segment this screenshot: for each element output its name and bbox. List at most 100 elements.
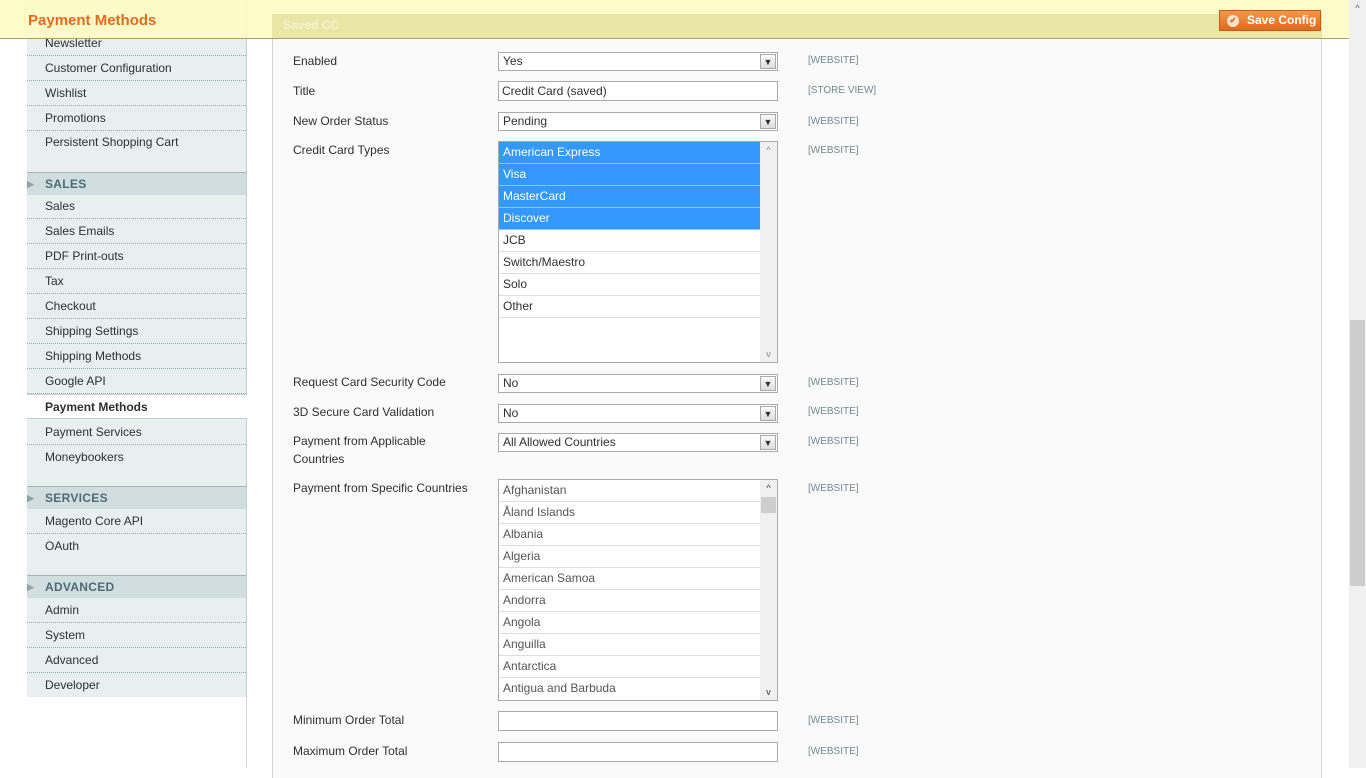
sidebar-item-shipping-settings[interactable]: Shipping Settings: [27, 319, 246, 344]
country-option[interactable]: Åland Islands: [499, 502, 761, 524]
scope-label: [WEBSITE]: [808, 145, 859, 156]
option-other[interactable]: Other: [499, 296, 761, 318]
chevron-down-icon: ▼: [760, 114, 776, 129]
triangle-right-icon: ▶: [27, 582, 35, 592]
scope-label: [WEBSITE]: [808, 406, 859, 417]
save-config-button[interactable]: ✔ Save Config: [1219, 10, 1321, 31]
country-option[interactable]: Algeria: [499, 546, 761, 568]
sidebar-item-sales-emails[interactable]: Sales Emails: [27, 219, 246, 244]
sidebar-item-sales[interactable]: Sales: [27, 194, 246, 219]
chevron-down-icon: ▼: [760, 406, 776, 421]
secure3d-select[interactable]: No ▼: [498, 404, 778, 423]
enabled-select[interactable]: Yes ▼: [498, 52, 778, 71]
scrollbar[interactable]: ^ v: [760, 480, 777, 700]
security-code-select[interactable]: No ▼: [498, 374, 778, 393]
sidebar-item-admin[interactable]: Admin: [27, 598, 246, 623]
sidebar-item-customer-configuration[interactable]: Customer Configuration: [27, 56, 246, 81]
sidebar-item-developer[interactable]: Developer: [27, 673, 246, 698]
order-status-select[interactable]: Pending ▼: [498, 112, 778, 131]
divider: [246, 697, 247, 768]
sidebar-section-services[interactable]: ▶ SERVICES: [27, 486, 246, 509]
chevron-up-icon[interactable]: ^: [760, 142, 777, 158]
sidebar-item-system[interactable]: System: [27, 623, 246, 648]
selected-value: No: [503, 376, 519, 390]
enabled-label: Enabled: [293, 54, 338, 68]
max-total-input[interactable]: [498, 742, 778, 762]
title-input[interactable]: Credit Card (saved): [498, 81, 778, 101]
country-option[interactable]: Andorra: [499, 590, 761, 612]
title-label: Title: [293, 84, 316, 98]
scrollbar-thumb[interactable]: [761, 497, 776, 513]
scope-label: [WEBSITE]: [808, 483, 859, 494]
country-option[interactable]: American Samoa: [499, 568, 761, 590]
sidebar-item-magento-core-api[interactable]: Magento Core API: [27, 509, 246, 534]
sidebar-item-oauth[interactable]: OAuth: [27, 534, 246, 559]
sidebar-item-payment-services[interactable]: Payment Services: [27, 420, 246, 445]
min-total-input[interactable]: [498, 711, 778, 731]
chevron-down-icon: ▼: [760, 54, 776, 69]
option-visa[interactable]: Visa: [499, 164, 761, 186]
sidebar-item-promotions[interactable]: Promotions: [27, 106, 246, 131]
chevron-down-icon[interactable]: v: [760, 684, 777, 700]
selected-value: Pending: [503, 114, 548, 128]
section-title: SALES: [45, 177, 87, 191]
option-discover[interactable]: Discover: [499, 208, 761, 230]
scope-label: [WEBSITE]: [808, 55, 859, 66]
applicable-countries-select[interactable]: All Allowed Countries ▼: [498, 433, 778, 452]
selected-value: Yes: [503, 54, 523, 68]
sidebar-item-wishlist[interactable]: Wishlist: [27, 81, 246, 106]
sidebar-item-google-api[interactable]: Google API: [27, 369, 246, 394]
section-title: ADVANCED: [45, 580, 115, 594]
order-status-label: New Order Status: [293, 114, 389, 128]
scope-label: [WEBSITE]: [808, 116, 859, 127]
selected-value: No: [503, 406, 519, 420]
option-solo[interactable]: Solo: [499, 274, 761, 296]
option-switch-maestro[interactable]: Switch/Maestro: [499, 252, 761, 274]
country-option[interactable]: Antigua and Barbuda: [499, 678, 761, 700]
sidebar-item-advanced[interactable]: Advanced: [27, 648, 246, 673]
option-mastercard[interactable]: MasterCard: [499, 186, 761, 208]
section-header-saved-cc[interactable]: Saved CC: [272, 14, 1322, 38]
cc-types-multiselect[interactable]: American Express Visa MasterCard Discove…: [498, 141, 778, 363]
country-option[interactable]: Afghanistan: [499, 480, 761, 502]
sidebar: Newsletter Customer Configuration Wishli…: [27, 0, 247, 697]
scope-label: [WEBSITE]: [808, 436, 859, 447]
country-option[interactable]: Angola: [499, 612, 761, 634]
applicable-countries-label: Payment from Applicable Countries: [293, 434, 426, 466]
sidebar-item-tax[interactable]: Tax: [27, 269, 246, 294]
triangle-right-icon: ▶: [27, 493, 35, 503]
sidebar-item-checkout[interactable]: Checkout: [27, 294, 246, 319]
security-code-label: Request Card Security Code: [293, 375, 446, 389]
section-title: SERVICES: [45, 491, 108, 505]
sidebar-item-pdf-printouts[interactable]: PDF Print-outs: [27, 244, 246, 269]
max-total-label: Maximum Order Total: [293, 744, 408, 758]
scrollbar[interactable]: ^ v: [760, 142, 777, 362]
chevron-down-icon[interactable]: v: [760, 346, 777, 362]
sidebar-item-moneybookers[interactable]: Moneybookers: [27, 445, 246, 470]
chevron-down-icon: ▼: [760, 376, 776, 391]
scrollbar-thumb[interactable]: [1350, 320, 1365, 586]
option-jcb[interactable]: JCB: [499, 230, 761, 252]
sidebar-section-advanced[interactable]: ▶ ADVANCED: [27, 575, 246, 598]
chevron-up-icon[interactable]: ^: [1349, 0, 1366, 17]
scope-label: [WEBSITE]: [808, 377, 859, 388]
country-option[interactable]: Anguilla: [499, 634, 761, 656]
country-option[interactable]: Antarctica: [499, 656, 761, 678]
secure3d-label: 3D Secure Card Validation: [293, 405, 435, 419]
selected-value: All Allowed Countries: [503, 435, 616, 449]
sidebar-item-persistent-cart[interactable]: Persistent Shopping Cart: [27, 130, 246, 155]
triangle-right-icon: ▶: [27, 179, 35, 189]
country-option[interactable]: Albania: [499, 524, 761, 546]
sidebar-item-shipping-methods[interactable]: Shipping Methods: [27, 344, 246, 369]
cc-types-label: Credit Card Types: [293, 143, 390, 157]
page-scrollbar[interactable]: ^: [1349, 0, 1366, 768]
page-title: Payment Methods: [28, 12, 157, 29]
chevron-up-icon[interactable]: ^: [760, 480, 777, 496]
check-circle-icon: ✔: [1227, 15, 1239, 27]
specific-countries-label: Payment from Specific Countries: [293, 481, 468, 495]
button-label: Save Config: [1247, 13, 1317, 27]
specific-countries-multiselect[interactable]: Afghanistan Åland Islands Albania Algeri…: [498, 479, 778, 701]
option-american-express[interactable]: American Express: [499, 142, 761, 164]
sidebar-section-sales[interactable]: ▶ SALES: [27, 172, 246, 195]
sidebar-item-payment-methods[interactable]: Payment Methods: [27, 394, 247, 419]
